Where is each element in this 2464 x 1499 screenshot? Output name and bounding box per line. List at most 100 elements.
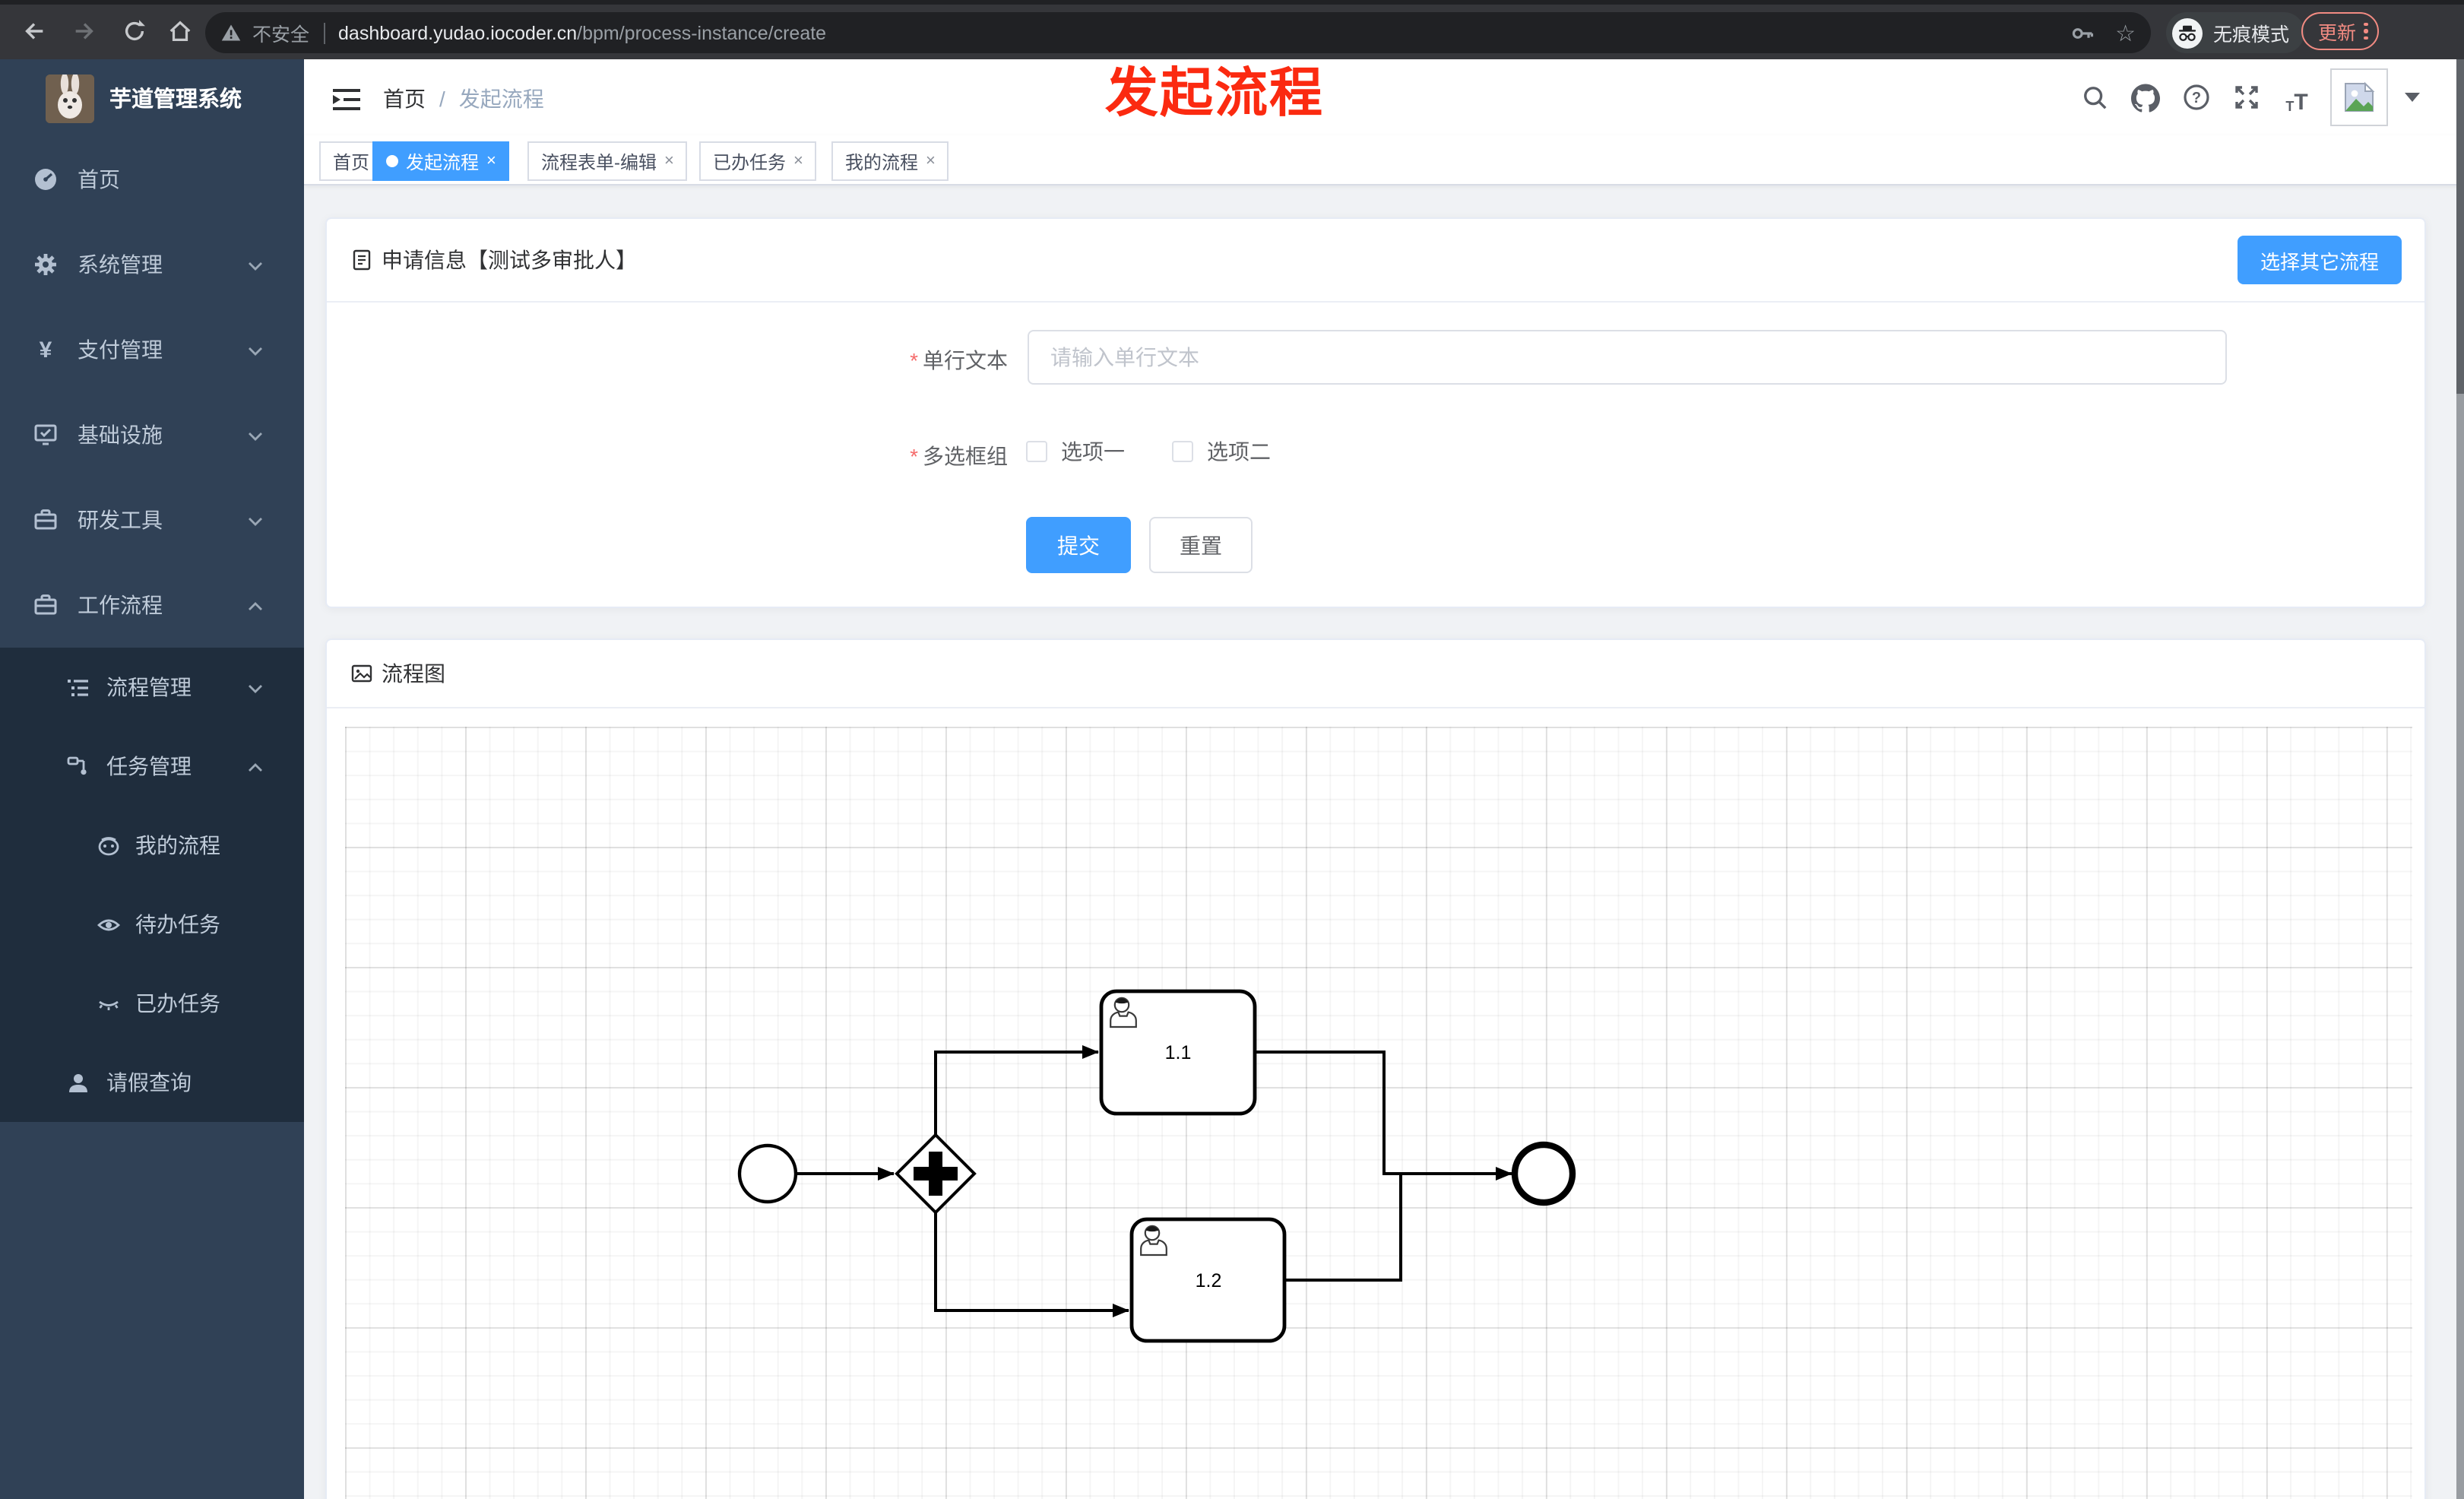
font-size-icon[interactable]: TT (2280, 81, 2314, 114)
yen-icon: ¥ (39, 337, 52, 363)
tab-form-edit[interactable]: 流程表单-编辑 × (527, 141, 688, 181)
tab-label: 流程表单-编辑 (541, 151, 657, 173)
checkbox-label: 选项二 (1207, 439, 1271, 464)
bpmn-canvas[interactable]: 1.1 1.2 (345, 727, 2412, 1499)
eye-icon (96, 912, 120, 936)
sidebar-item-leave-query[interactable]: 请假查询 (0, 1043, 304, 1122)
incognito-icon (2172, 17, 2203, 48)
sidebar-item-label: 支付管理 (78, 338, 163, 362)
browser-menu-icon[interactable] (2364, 22, 2368, 40)
reset-button[interactable]: 重置 (1149, 517, 1253, 573)
checkbox-box[interactable] (1172, 441, 1193, 462)
url-host: dashboard.yudao.iocoder.cn (338, 22, 578, 43)
chevron-up-icon (246, 757, 264, 775)
bookmark-star-icon[interactable]: ☆ (2115, 19, 2136, 46)
browser-reload-button[interactable] (116, 12, 152, 49)
sidebar-item-label: 待办任务 (135, 912, 220, 936)
tab-label: 我的流程 (845, 151, 919, 173)
checkbox-option-2[interactable]: 选项二 (1172, 436, 1271, 467)
sidebar-item-label: 首页 (78, 167, 120, 192)
broken-image-icon (2345, 81, 2375, 112)
sidebar-item-done-task[interactable]: 已办任务 (0, 964, 304, 1043)
bpmn-end-event (1511, 1141, 1576, 1206)
flow-gateway-to-task1 (934, 1045, 1099, 1135)
sidebar-logo[interactable]: 芋道管理系统 (0, 59, 304, 137)
address-bar[interactable]: 不安全 dashboard.yudao.iocoder.cn/bpm/proce… (205, 12, 2151, 53)
sidebar-item-system[interactable]: 系统管理 (0, 222, 304, 307)
sidebar-item-label: 基础设施 (78, 423, 163, 447)
apply-info-card: 申请信息【测试多审批人】 选择其它流程 *单行文本 *多选框组 选项一 选项二 … (325, 217, 2426, 608)
sidebar-collapse-icon[interactable] (330, 82, 363, 116)
incognito-label: 无痕模式 (2213, 24, 2290, 46)
eye-closed-icon (96, 991, 120, 1016)
breadcrumb-separator: / (439, 87, 445, 111)
breadcrumb-home[interactable]: 首页 (383, 84, 426, 114)
sidebar-item-todo-task[interactable]: 待办任务 (0, 885, 304, 964)
sidebar-item-label: 研发工具 (78, 508, 163, 532)
close-icon[interactable]: × (926, 152, 936, 170)
scrollbar-thumb[interactable] (2456, 59, 2464, 394)
security-label: 不安全 (252, 24, 310, 46)
flow-task1-to-end (1255, 1051, 1512, 1181)
screen: 不安全 dashboard.yudao.iocoder.cn/bpm/proce… (0, 0, 2464, 1499)
card-title: 流程图 (382, 661, 445, 686)
close-icon[interactable]: × (486, 152, 496, 170)
process-diagram-card: 流程图 1.1 1.2 (325, 639, 2426, 1499)
required-asterisk: * (910, 348, 918, 372)
bpmn-start-event (737, 1143, 798, 1204)
tab-my-process[interactable]: 我的流程 × (831, 141, 949, 181)
browser-forward-button[interactable] (65, 12, 102, 49)
required-asterisk: * (910, 444, 918, 468)
sidebar-item-devtools[interactable]: 研发工具 (0, 477, 304, 563)
search-icon[interactable] (2078, 81, 2111, 114)
document-icon (353, 249, 371, 271)
dashboard-icon (33, 167, 58, 192)
submit-button[interactable]: 提交 (1026, 517, 1131, 573)
logo-avatar (46, 74, 94, 122)
browser-home-button[interactable] (161, 12, 198, 49)
sidebar-item-payment[interactable]: ¥ 支付管理 (0, 307, 304, 392)
flow-task2-to-end (1284, 1172, 1512, 1282)
page-scrollbar[interactable] (2456, 59, 2464, 1499)
checkbox-box[interactable] (1026, 441, 1047, 462)
tree-list-icon (65, 675, 90, 699)
close-icon[interactable]: × (793, 152, 803, 170)
github-icon[interactable] (2128, 81, 2162, 114)
tab-done-task[interactable]: 已办任务 × (699, 141, 817, 181)
help-icon[interactable]: ? (2180, 81, 2213, 114)
tab-label: 已办任务 (713, 151, 787, 173)
sidebar-item-my-process[interactable]: 我的流程 (0, 806, 304, 885)
browser-back-button[interactable] (15, 12, 52, 49)
briefcase-icon (33, 593, 58, 617)
sidebar-item-task-mgmt[interactable]: 任务管理 (0, 727, 304, 806)
sidebar-item-infra[interactable]: 基础设施 (0, 392, 304, 477)
sidebar-item-label: 任务管理 (106, 754, 192, 778)
tab-start-process[interactable]: 发起流程 × (372, 141, 510, 181)
browser-update-button[interactable]: 更新 (2301, 12, 2379, 50)
chevron-up-icon (246, 596, 264, 614)
sidebar-item-workflow[interactable]: 工作流程 (0, 563, 304, 648)
avatar-caret-icon[interactable] (2405, 93, 2420, 102)
fullscreen-icon[interactable] (2230, 81, 2263, 114)
card-title: 申请信息【测试多审批人】 (382, 248, 637, 272)
apply-info-header: 申请信息【测试多审批人】 (327, 219, 2424, 303)
single-line-text-input[interactable] (1028, 330, 2227, 385)
chevron-down-icon (246, 426, 264, 444)
picture-icon (351, 664, 372, 683)
avatar[interactable] (2330, 68, 2388, 126)
chevron-down-icon (246, 511, 264, 529)
sidebar-item-label: 流程管理 (106, 675, 192, 699)
sidebar-item-process-mgmt[interactable]: 流程管理 (0, 648, 304, 727)
gear-icon (33, 252, 58, 277)
choose-other-process-button[interactable]: 选择其它流程 (2237, 236, 2402, 284)
sidebar-item-home[interactable]: 首页 (0, 137, 304, 222)
url-path: /bpm/process-instance/create (577, 22, 827, 43)
monitor-check-icon (33, 423, 58, 447)
checkbox-option-1[interactable]: 选项一 (1026, 436, 1125, 467)
flow-node-icon (65, 754, 90, 778)
tab-label: 发起流程 (406, 151, 480, 173)
app-title: 芋道管理系统 (109, 88, 242, 113)
password-key-icon[interactable] (2070, 21, 2094, 45)
sidebar-item-label: 我的流程 (135, 833, 220, 857)
close-icon[interactable]: × (664, 152, 674, 170)
